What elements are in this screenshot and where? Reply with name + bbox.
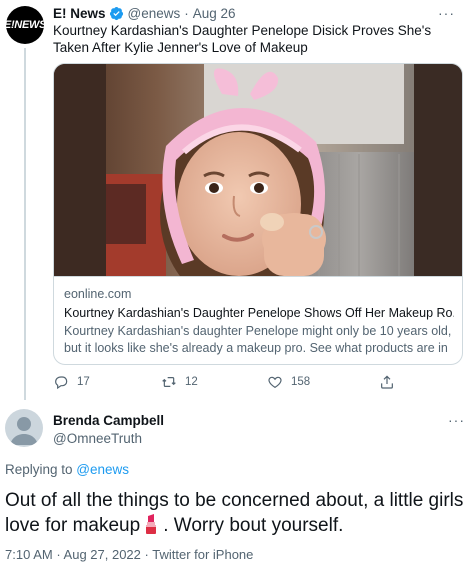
share-icon [381, 375, 393, 389]
verified-badge-icon [109, 6, 123, 20]
avatar[interactable]: E!NEWS [3, 6, 47, 44]
share-button[interactable] [379, 374, 403, 390]
reply-date[interactable]: Aug 27, 2022 [64, 547, 141, 562]
tweet-actions: 17 12 158 [53, 374, 463, 394]
retweet-button[interactable]: 12 [161, 374, 198, 390]
reply-author-name[interactable]: Brenda Campbell [53, 413, 164, 428]
replying-to: Replying to @enews [5, 462, 129, 477]
card-domain: eonline.com [64, 287, 132, 301]
tweet-text: Kourtney Kardashian's Daughter Penelope … [53, 23, 432, 55]
reply-text: Out of all the things to be concerned ab… [5, 488, 470, 538]
reply-icon [55, 376, 68, 390]
link-card[interactable]: eonline.com Kourtney Kardashian's Daught… [53, 63, 463, 365]
replying-prefix: Replying to [5, 462, 77, 477]
card-title[interactable]: Kourtney Kardashian's Daughter Penelope … [64, 305, 454, 322]
more-icon[interactable]: ··· [448, 413, 465, 427]
like-button[interactable]: 158 [267, 374, 310, 390]
reply-time[interactable]: 7:10 AM [5, 547, 53, 562]
reply-author-handle[interactable]: @OmneeTruth [53, 431, 142, 446]
more-icon[interactable]: ··· [438, 6, 455, 20]
separator-dot: · [184, 5, 189, 21]
reply-text-part2: . Worry bout yourself. [163, 515, 344, 536]
retweet-icon [162, 377, 176, 387]
meta-separator: · [140, 547, 153, 562]
tweet-date[interactable]: Aug 26 [193, 6, 236, 21]
reply-button[interactable]: 17 [53, 374, 90, 390]
avatar-logo-text: E!NEWS [3, 19, 47, 31]
author-name[interactable]: E! News [53, 6, 106, 21]
author-handle[interactable]: @enews [128, 6, 181, 21]
reply-metadata: 7:10 AM · Aug 27, 2022 · Twitter for iPh… [5, 547, 253, 562]
default-avatar-icon [10, 417, 38, 445]
reply-count: 17 [77, 376, 90, 388]
card-photo-illustration [54, 64, 462, 276]
card-image [54, 64, 462, 276]
reply-source[interactable]: Twitter for iPhone [152, 547, 253, 562]
replying-to-link[interactable]: @enews [76, 462, 129, 477]
original-tweet[interactable]: E!NEWS E! News @enews · Aug 26 ··· Kourt… [0, 0, 473, 400]
like-count: 158 [291, 376, 311, 388]
reply-tweet[interactable]: Brenda Campbell @OmneeTruth ··· Replying… [0, 400, 473, 563]
thread-connector-line [24, 48, 26, 400]
card-description: Kourtney Kardashian's daughter Penelope … [64, 324, 452, 365]
meta-separator: · [52, 547, 64, 562]
lipstick-emoji-icon [146, 514, 157, 534]
avatar[interactable] [5, 409, 43, 447]
retweet-count: 12 [185, 376, 198, 388]
card-body[interactable]: eonline.com Kourtney Kardashian's Daught… [54, 276, 462, 365]
like-icon [268, 376, 282, 389]
tweet-header: E! News @enews · Aug 26 ··· [53, 4, 463, 22]
